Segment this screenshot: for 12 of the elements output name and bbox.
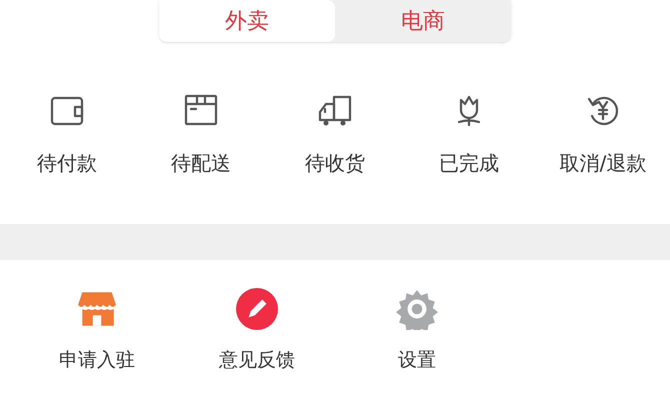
service-label[interactable]: 申请入驻 (59, 346, 135, 374)
order-status-label[interactable]: 已完成 (439, 148, 499, 178)
service-label[interactable]: 设置 (398, 346, 436, 374)
order-status-label[interactable]: 待配送 (171, 148, 231, 178)
order-status-label[interactable]: 待收货 (305, 148, 365, 178)
box-icon[interactable] (183, 92, 219, 128)
order-status-label[interactable]: 取消/退款 (560, 148, 646, 178)
order-status-label[interactable]: 待付款 (37, 148, 97, 178)
pencil-icon[interactable] (236, 288, 278, 330)
tab[interactable]: 外卖 (159, 0, 335, 42)
tab[interactable]: 电商 (335, 0, 511, 42)
service-label[interactable]: 意见反馈 (219, 346, 295, 374)
